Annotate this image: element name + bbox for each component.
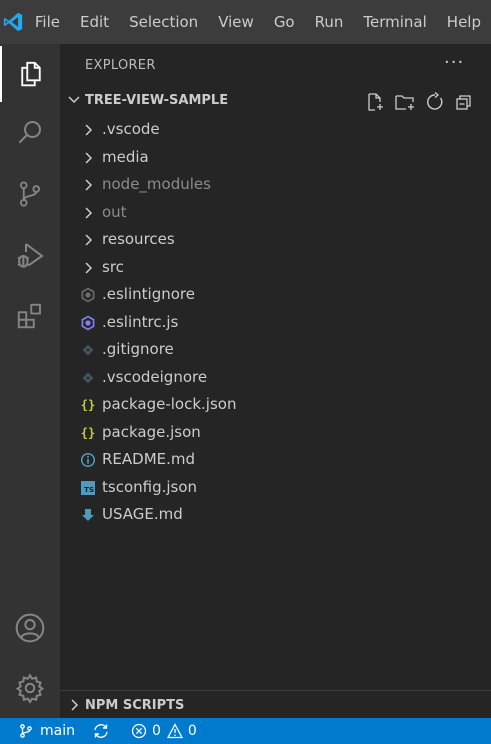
info-icon bbox=[80, 451, 96, 469]
menu-help[interactable]: Help bbox=[437, 0, 491, 44]
tree-item-label: src bbox=[102, 257, 124, 276]
tree-item-label: package-lock.json bbox=[102, 395, 237, 413]
npm-scripts-section[interactable]: NPM SCRIPTS bbox=[60, 690, 491, 719]
file-item-usage-md[interactable]: USAGE.md bbox=[60, 501, 491, 529]
menu-go[interactable]: Go bbox=[264, 0, 305, 44]
menu-view[interactable]: View bbox=[208, 0, 264, 44]
warning-count: 0 bbox=[187, 723, 197, 739]
collapse-all-icon[interactable] bbox=[453, 91, 475, 113]
tree-item-label: node_modules bbox=[102, 175, 211, 193]
file-item-dot-gitignore[interactable]: .gitignore bbox=[60, 336, 491, 364]
explorer-header: EXPLORER ··· bbox=[60, 44, 491, 88]
warning-icon bbox=[166, 723, 183, 739]
sync-icon[interactable] bbox=[92, 718, 110, 744]
folder-item-src[interactable]: src bbox=[60, 254, 491, 282]
extensions-icon[interactable] bbox=[0, 288, 60, 344]
title-bar: File Edit Selection View Go Run Terminal Help bbox=[0, 0, 491, 44]
new-folder-icon[interactable] bbox=[394, 91, 416, 113]
menu-terminal[interactable]: Terminal bbox=[353, 0, 436, 44]
chevron-right-icon bbox=[80, 149, 96, 167]
file-item-dot-eslintignore[interactable]: .eslintignore bbox=[60, 281, 491, 309]
menu-file[interactable]: File bbox=[27, 0, 70, 44]
activity-bar bbox=[0, 44, 60, 718]
error-icon bbox=[131, 723, 147, 739]
search-icon[interactable] bbox=[0, 104, 60, 160]
folder-item-resources[interactable]: resources bbox=[60, 226, 491, 254]
file-item-package-json[interactable]: {} package.json bbox=[60, 419, 491, 447]
menu-selection[interactable]: Selection bbox=[119, 0, 208, 44]
chevron-right-icon bbox=[80, 259, 96, 277]
vscode-logo-icon bbox=[0, 0, 27, 44]
chevron-right-icon bbox=[80, 204, 96, 222]
tree-item-label: .gitignore bbox=[102, 340, 174, 358]
git-icon bbox=[80, 341, 96, 359]
explorer-icon[interactable] bbox=[0, 46, 60, 102]
file-item-dot-eslintrc-js[interactable]: .eslintrc.js bbox=[60, 309, 491, 337]
git-branch-icon bbox=[20, 724, 32, 738]
source-control-icon[interactable] bbox=[0, 166, 60, 222]
accounts-icon[interactable] bbox=[0, 600, 60, 656]
tree-item-label: package.json bbox=[102, 422, 201, 441]
explorer-title: EXPLORER bbox=[85, 58, 156, 73]
more-actions-button[interactable]: ··· bbox=[444, 52, 464, 73]
json-icon: {} bbox=[80, 425, 96, 440]
chevron-right-icon bbox=[80, 231, 96, 249]
chevron-right-icon bbox=[80, 121, 96, 139]
folder-item-out[interactable]: out bbox=[60, 199, 491, 227]
markdown-download-icon bbox=[80, 506, 96, 524]
eslint-icon bbox=[80, 314, 96, 332]
tree-item-label: USAGE.md bbox=[102, 505, 183, 523]
npm-scripts-title: NPM SCRIPTS bbox=[85, 698, 185, 713]
branch-status[interactable]: main bbox=[18, 718, 75, 744]
tree-item-label: resources bbox=[102, 230, 175, 248]
file-tree: .vscode media node_modulesout resources src.… bbox=[60, 116, 491, 529]
explorer-sidebar: EXPLORER ··· TREE-VIEW-SAMPLE .vscode me… bbox=[60, 44, 491, 718]
branch-name: main bbox=[40, 723, 75, 739]
folder-item-dot-vscode[interactable]: .vscode bbox=[60, 116, 491, 144]
tree-item-label: .eslintignore bbox=[102, 285, 195, 303]
ts-icon: TS bbox=[80, 479, 96, 497]
tree-item-label: tsconfig.json bbox=[102, 477, 198, 496]
file-item-tsconfig-json[interactable]: TS tsconfig.json bbox=[60, 474, 491, 502]
folder-item-node-modules[interactable]: node_modules bbox=[60, 171, 491, 199]
eslintignore-icon bbox=[80, 286, 96, 304]
file-item-dot-vscodeignore[interactable]: .vscodeignore bbox=[60, 364, 491, 392]
new-file-icon[interactable] bbox=[364, 91, 386, 113]
chevron-down-icon bbox=[66, 91, 82, 111]
workspace-folder-header[interactable]: TREE-VIEW-SAMPLE bbox=[60, 88, 491, 114]
status-bar: main 0 0 bbox=[0, 718, 491, 744]
file-item-package-lock-json[interactable]: {} package-lock.json bbox=[60, 391, 491, 419]
tree-item-label: .vscodeignore bbox=[102, 367, 208, 386]
run-debug-icon[interactable] bbox=[0, 228, 60, 284]
tree-item-label: README.md bbox=[102, 450, 196, 468]
menu-bar: File Edit Selection View Go Run Terminal Help bbox=[27, 0, 491, 44]
tree-item-label: out bbox=[102, 202, 127, 221]
refresh-icon[interactable] bbox=[424, 91, 446, 113]
chevron-right-icon bbox=[80, 176, 96, 194]
manage-gear-icon[interactable] bbox=[0, 660, 60, 716]
error-count: 0 bbox=[152, 723, 161, 739]
tree-item-label: .eslintrc.js bbox=[102, 312, 179, 331]
problems-status[interactable]: 0 0 bbox=[131, 718, 197, 744]
workspace-folder-name: TREE-VIEW-SAMPLE bbox=[85, 93, 229, 108]
git-icon bbox=[80, 369, 96, 387]
tree-item-label: .vscode bbox=[102, 120, 160, 138]
tree-item-label: media bbox=[102, 147, 149, 166]
menu-run[interactable]: Run bbox=[305, 0, 354, 44]
folder-item-media[interactable]: media bbox=[60, 144, 491, 172]
menu-edit[interactable]: Edit bbox=[70, 0, 119, 44]
json-icon: {} bbox=[80, 398, 96, 412]
chevron-right-icon bbox=[66, 697, 82, 717]
file-item-readme-md[interactable]: README.md bbox=[60, 446, 491, 474]
